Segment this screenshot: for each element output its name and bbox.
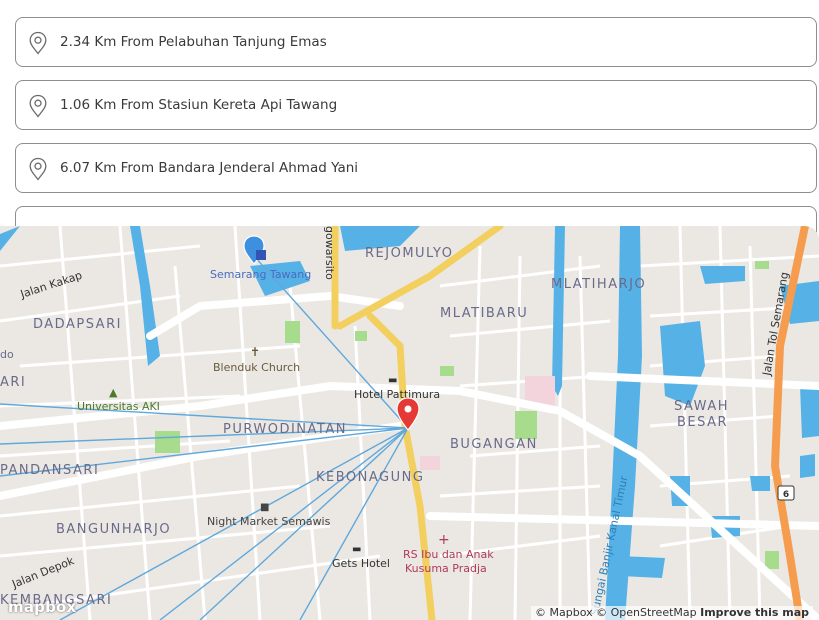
camera-icon: ■ [260, 502, 269, 513]
hotel-icon: ▬ [388, 375, 397, 386]
hospital-icon: + [438, 532, 450, 548]
poi-label: RS Ibu dan Anak [403, 548, 494, 561]
mapbox-logo[interactable]: mapbox [8, 598, 76, 616]
place-label: MLATIBARU [440, 306, 528, 321]
poi-label: Night Market Semawis [207, 515, 331, 528]
location-pin-icon [29, 157, 47, 181]
location-distance-text: 2.34 Km From Pelabuhan Tanjung Emas [60, 34, 327, 50]
place-label: REJOMULYO [365, 246, 454, 261]
attribution-mapbox[interactable]: © Mapbox [535, 606, 593, 619]
place-label: PURWODINATAN [223, 422, 347, 437]
poi-label: Hotel Pattimura [354, 388, 440, 401]
place-label: BANGUNHARJO [56, 522, 171, 537]
place-label: PANDANSARI [0, 463, 99, 478]
map-canvas[interactable]: REJOMULYO MLATIBARU MLATIHARJO DADAPSARI… [0, 226, 819, 620]
church-icon: ✝ [250, 345, 260, 359]
school-icon: ▲ [109, 386, 118, 399]
place-label: DADAPSARI [33, 317, 122, 332]
hotel-icon: ▬ [352, 544, 361, 555]
location-card[interactable]: 6.07 Km From Bandara Jenderal Ahmad Yani [15, 143, 817, 193]
street-label: gowarsito [323, 226, 336, 280]
hospital-area [420, 456, 440, 470]
place-label: BESAR [677, 415, 728, 430]
improve-map-link[interactable]: Improve this map [700, 606, 809, 619]
svg-text:6: 6 [783, 490, 789, 500]
place-label: ARI [0, 375, 26, 390]
location-pin-icon [29, 94, 47, 118]
road-shield: 6 [777, 485, 795, 501]
place-label: BUGANGAN [450, 437, 538, 452]
place-label: do [0, 348, 14, 361]
poi-label: Kusuma Pradja [405, 562, 487, 575]
place-label: KEBONAGUNG [316, 470, 424, 485]
location-distance-text: 6.07 Km From Bandara Jenderal Ahmad Yani [60, 160, 359, 176]
location-pin-icon [29, 31, 47, 55]
location-card[interactable]: 1.06 Km From Stasiun Kereta Api Tawang [15, 80, 817, 130]
place-label: SAWAH [674, 399, 729, 414]
map-attribution: © Mapbox © OpenStreetMap Improve this ma… [531, 606, 813, 620]
map-view[interactable]: REJOMULYO MLATIBARU MLATIHARJO DADAPSARI… [0, 226, 819, 620]
place-label: MLATIHARJO [551, 277, 646, 292]
poi-label: Gets Hotel [332, 557, 390, 570]
poi-label: Blenduk Church [213, 361, 300, 374]
poi-label: Universitas AKI [77, 400, 160, 413]
poi-label: Semarang Tawang [210, 268, 311, 281]
location-distance-text: 1.06 Km From Stasiun Kereta Api Tawang [60, 97, 338, 113]
attribution-osm[interactable]: © OpenStreetMap [596, 606, 697, 619]
location-card[interactable]: 2.34 Km From Pelabuhan Tanjung Emas [15, 17, 817, 67]
